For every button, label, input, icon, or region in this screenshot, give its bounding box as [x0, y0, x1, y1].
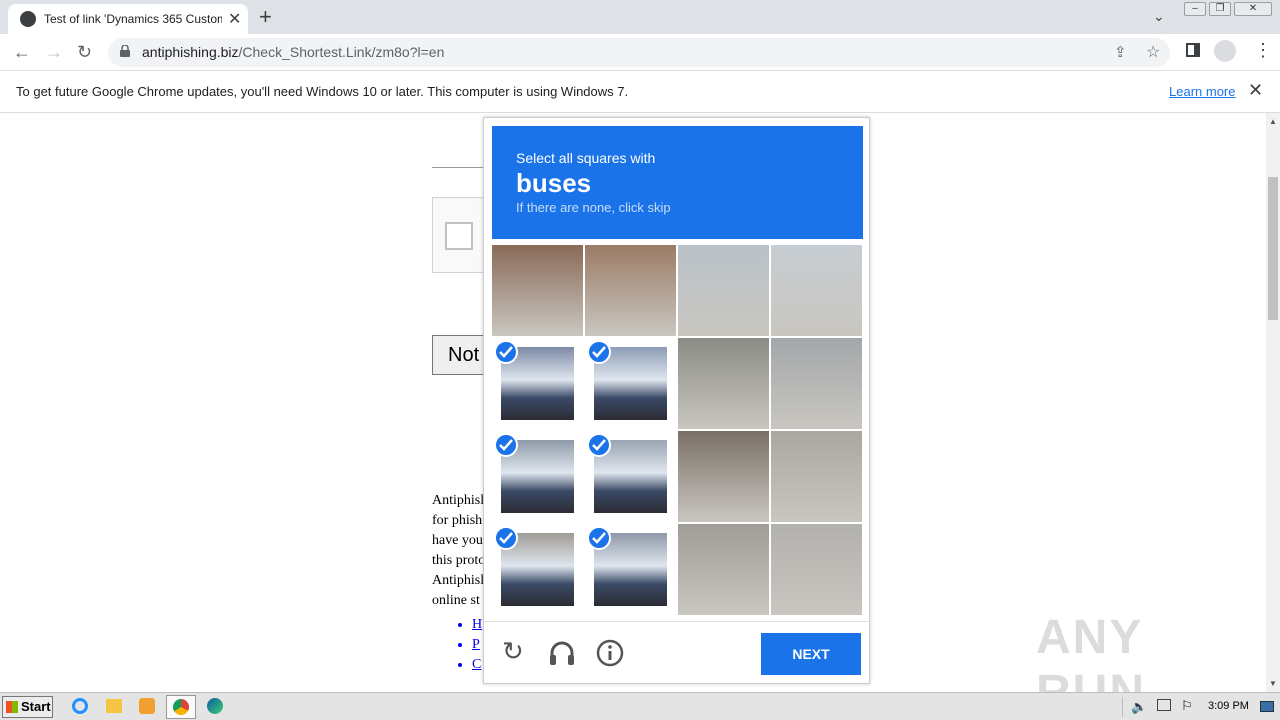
captcha-target: buses: [516, 168, 592, 198]
edge-icon[interactable]: [207, 698, 223, 714]
scroll-down-icon[interactable]: ▼: [1269, 679, 1277, 688]
watermark-logo: ANY RUN: [1036, 611, 1144, 692]
list-item[interactable]: P: [472, 635, 482, 655]
selected-check-icon: [587, 433, 611, 457]
url-path: /Check_Shortest.Link/zm8o?l=en: [238, 44, 445, 60]
scroll-up-icon[interactable]: ▲: [1269, 117, 1277, 126]
next-button[interactable]: NEXT: [761, 633, 861, 675]
list-item[interactable]: C: [472, 655, 482, 675]
forward-icon[interactable]: →: [45, 42, 63, 63]
network-icon[interactable]: [1157, 699, 1171, 711]
menu-kebab-icon[interactable]: ⋮: [1254, 40, 1272, 61]
update-infobar: To get future Google Chrome updates, you…: [0, 71, 1280, 113]
media-player-icon[interactable]: [139, 698, 155, 714]
windows-logo-icon: [6, 701, 18, 713]
captcha-tile-image[interactable]: [492, 245, 583, 336]
windows-taskbar: Start 🔈 ⚐ 3:09 PM: [0, 692, 1280, 720]
browser-tab[interactable]: Test of link 'Dynamics 365 Customer ✕: [8, 4, 248, 34]
new-tab-icon[interactable]: +: [259, 4, 272, 30]
captcha-tile-image[interactable]: [678, 245, 769, 336]
captcha-tile-image[interactable]: [771, 524, 862, 615]
ie-icon[interactable]: [72, 698, 88, 714]
link-list: H P C: [432, 615, 482, 675]
address-bar[interactable]: antiphishing.biz/Check_Shortest.Link/zm8…: [108, 38, 1170, 67]
text-line: online st: [432, 593, 480, 608]
volume-icon[interactable]: 🔈: [1131, 699, 1147, 715]
text-line: Antiphisl: [432, 493, 485, 508]
list-item[interactable]: H: [472, 615, 482, 635]
system-tray: 🔈 ⚐: [1122, 697, 1204, 717]
captcha-tile-image[interactable]: [585, 245, 676, 336]
chrome-taskbar-button[interactable]: [166, 695, 196, 719]
captcha-tile[interactable]: [585, 524, 676, 615]
captcha-tile-image[interactable]: [678, 338, 769, 429]
profile-avatar-icon[interactable]: [1214, 40, 1236, 62]
lock-favicon-icon: [20, 11, 36, 27]
captcha-header: Select all squares with buses If there a…: [492, 126, 863, 239]
audio-headphones-icon[interactable]: [548, 639, 576, 667]
taskbar-clock[interactable]: 3:09 PM: [1208, 700, 1249, 712]
restore-icon[interactable]: ❐: [1209, 2, 1231, 16]
share-icon[interactable]: ⇪: [1114, 43, 1127, 61]
selected-check-icon: [494, 433, 518, 457]
captcha-tile-image[interactable]: [771, 431, 862, 522]
captcha-tile-image[interactable]: [678, 431, 769, 522]
infobar-message: To get future Google Chrome updates, you…: [16, 84, 629, 99]
captcha-tile-image[interactable]: [771, 338, 862, 429]
tab-close-icon[interactable]: ✕: [228, 9, 241, 29]
recaptcha-checkbox[interactable]: [445, 222, 473, 250]
captcha-tile[interactable]: [585, 431, 676, 522]
captcha-challenge: Select all squares with buses If there a…: [483, 117, 871, 685]
reload-icon[interactable]: ↻: [77, 42, 92, 63]
lock-icon: [120, 45, 130, 57]
tab-strip: Test of link 'Dynamics 365 Customer ✕ + …: [0, 0, 1280, 34]
browser-toolbar: ← → ↻ antiphishing.biz/Check_Shortest.Li…: [0, 34, 1280, 71]
action-center-flag-icon[interactable]: ⚐: [1181, 698, 1193, 714]
text-line: Antiphisl: [432, 573, 485, 588]
captcha-tile[interactable]: [492, 524, 583, 615]
scrollbar-thumb[interactable]: [1268, 177, 1278, 320]
url-text: antiphishing.biz/Check_Shortest.Link/zm8…: [142, 44, 444, 60]
minimize-icon[interactable]: –: [1184, 2, 1206, 16]
tab-search-chevron-icon[interactable]: ⌄: [1153, 8, 1165, 25]
explorer-folder-icon[interactable]: [106, 699, 122, 713]
text-line: have you: [432, 533, 483, 548]
show-desktop-icon[interactable]: [1260, 701, 1274, 712]
captcha-footer: ↻ NEXT: [484, 621, 871, 685]
captcha-tile-image[interactable]: [678, 524, 769, 615]
side-panel-icon[interactable]: [1186, 43, 1200, 57]
url-domain: antiphishing.biz: [142, 44, 239, 60]
captcha-tile-image[interactable]: [771, 245, 862, 336]
text-line: for phish: [432, 513, 483, 528]
captcha-tile[interactable]: [585, 338, 676, 429]
infobar-close-icon[interactable]: ✕: [1248, 80, 1263, 101]
bookmark-star-icon[interactable]: ☆: [1146, 42, 1160, 62]
selected-check-icon: [494, 340, 518, 364]
captcha-tile[interactable]: [492, 338, 583, 429]
captcha-hint: If there are none, click skip: [516, 200, 671, 215]
text-line: this proto: [432, 553, 486, 568]
reload-challenge-icon[interactable]: ↻: [502, 636, 524, 667]
selected-check-icon: [494, 526, 518, 550]
chrome-icon: [173, 699, 189, 715]
close-window-icon[interactable]: ✕: [1234, 2, 1272, 16]
tab-title: Test of link 'Dynamics 365 Customer: [44, 12, 222, 26]
description-text: Antiphisl for phish have you this proto …: [432, 491, 485, 611]
selected-check-icon: [587, 340, 611, 364]
captcha-tile[interactable]: [492, 431, 583, 522]
back-icon[interactable]: ←: [13, 42, 31, 63]
info-icon[interactable]: [596, 639, 624, 667]
captcha-instruction: Select all squares with: [516, 150, 656, 166]
learn-more-link[interactable]: Learn more: [1169, 84, 1235, 99]
selected-check-icon: [587, 526, 611, 550]
